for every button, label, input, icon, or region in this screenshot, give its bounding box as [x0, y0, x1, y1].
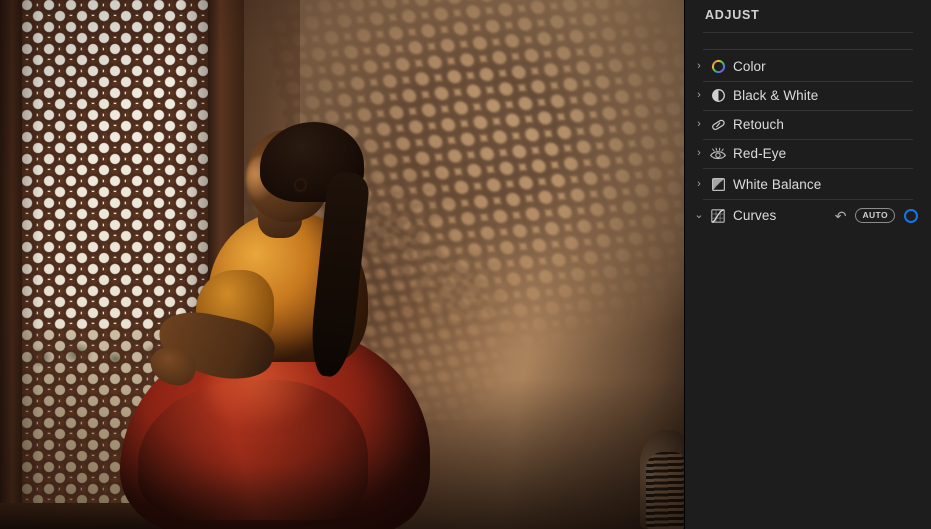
curves-row-actions: ↶ AUTO	[835, 208, 918, 223]
sidebar-item-black-and-white[interactable]: › Black & White	[685, 81, 931, 110]
sidebar-item-label: White Balance	[733, 177, 822, 192]
disclosure-triangle-icon[interactable]: ›	[692, 148, 706, 159]
adjust-panel: ADJUST › Color › Black & White › Retouch…	[684, 0, 931, 529]
disclosure-triangle-icon[interactable]: ›	[692, 119, 706, 130]
white-balance-icon	[707, 176, 729, 194]
sidebar-item-white-balance[interactable]: › White Balance	[685, 170, 931, 199]
sidebar-item-curves[interactable]: ⌄ Curves ↶ AUTO	[685, 201, 931, 230]
reset-icon[interactable]: ↶	[835, 209, 847, 223]
row-separator-red-eye	[703, 168, 913, 169]
sidebar-item-label: Curves	[733, 208, 777, 223]
photo-vignette	[0, 0, 684, 529]
panel-title-separator	[703, 32, 913, 33]
sidebar-item-label: Red-Eye	[733, 146, 787, 161]
sidebar-item-retouch[interactable]: › Retouch	[685, 110, 931, 139]
disclosure-triangle-icon[interactable]: ›	[692, 90, 706, 101]
auto-button[interactable]: AUTO	[855, 208, 895, 223]
disclosure-triangle-icon[interactable]: ›	[692, 179, 706, 190]
disclosure-triangle-icon[interactable]: ⌄	[692, 210, 706, 221]
color-wheel-icon	[707, 58, 729, 76]
sidebar-item-label: Color	[733, 59, 766, 74]
sidebar-item-red-eye[interactable]: › Red-Eye	[685, 139, 931, 168]
photos-editor-window: ADJUST › Color › Black & White › Retouch…	[0, 0, 931, 529]
edited-photo	[0, 0, 684, 529]
sidebar-item-color[interactable]: › Color	[685, 52, 931, 81]
red-eye-icon	[707, 145, 729, 163]
retouch-brush-icon	[707, 116, 729, 134]
curves-enable-toggle[interactable]	[904, 208, 918, 223]
curves-grid-icon	[707, 207, 729, 225]
disclosure-triangle-icon[interactable]: ›	[692, 61, 706, 72]
photo-viewer[interactable]	[0, 0, 684, 529]
row-separator-white-balance	[703, 199, 913, 200]
sidebar-item-label: Black & White	[733, 88, 819, 103]
panel-title: ADJUST	[705, 8, 760, 22]
half-circle-icon	[707, 87, 729, 105]
panel-top-separator	[703, 49, 913, 50]
sidebar-item-label: Retouch	[733, 117, 784, 132]
